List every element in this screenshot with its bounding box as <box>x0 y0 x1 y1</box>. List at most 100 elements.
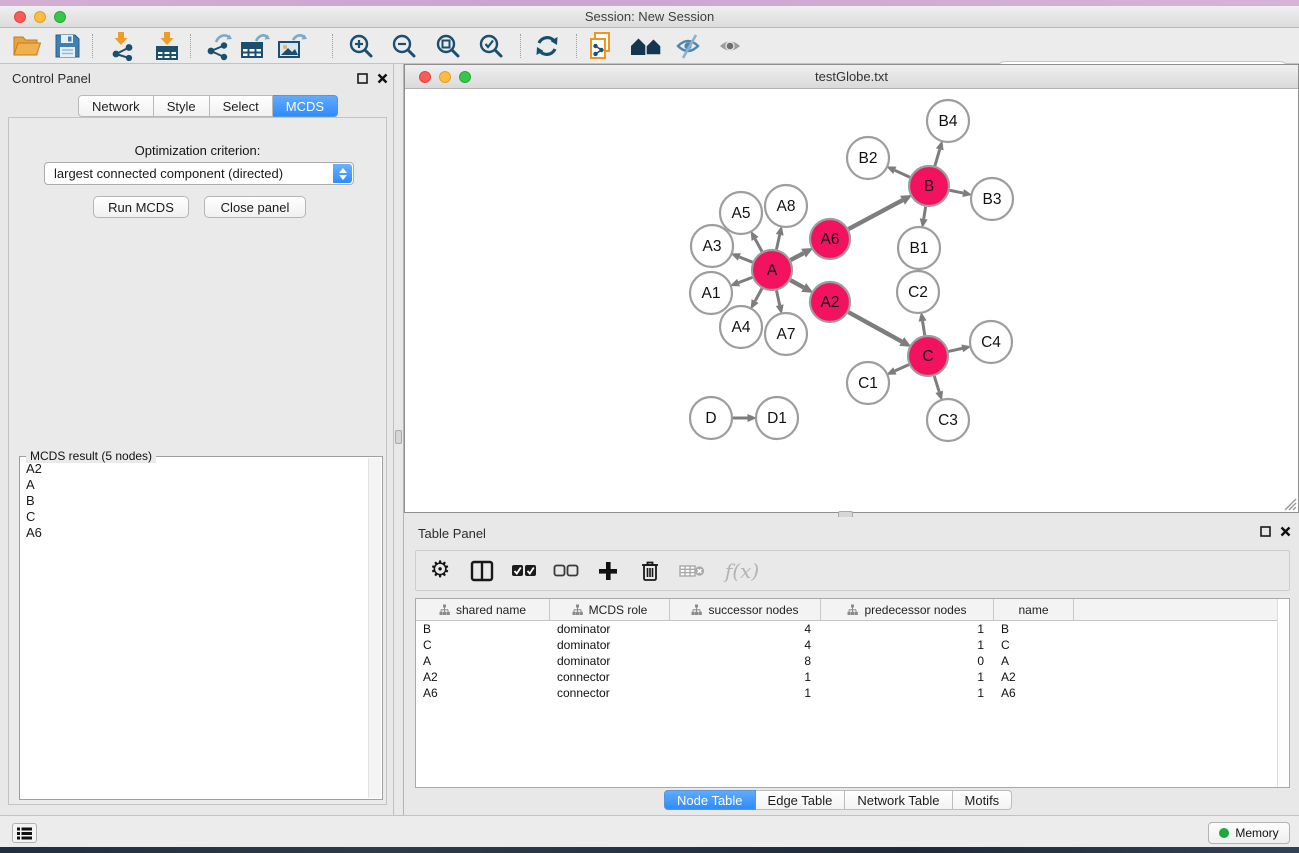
close-panel-button[interactable] <box>376 72 389 85</box>
edge-A-A3[interactable] <box>739 257 752 262</box>
delete-table-button[interactable] <box>678 557 706 585</box>
table-row[interactable]: A6connector11A6 <box>416 685 1289 701</box>
function-builder-button[interactable]: f(x) <box>720 557 764 585</box>
run-mcds-button[interactable]: Run MCDS <box>93 196 189 218</box>
graph-node-B4[interactable]: B4 <box>927 100 969 142</box>
zoom-fit-button[interactable] <box>431 31 465 61</box>
graph-node-A2[interactable]: A2 <box>810 282 850 322</box>
tab-network[interactable]: Network <box>78 95 154 117</box>
new-network-from-selection-button[interactable] <box>584 31 618 61</box>
column-header-MCDS-role[interactable]: MCDS role <box>550 599 670 620</box>
zoom-out-button[interactable] <box>387 31 421 61</box>
save-session-button[interactable] <box>50 31 84 61</box>
edge-C-C1[interactable] <box>895 365 909 371</box>
graph-node-C3[interactable]: C3 <box>927 399 969 441</box>
tab-network-table[interactable]: Network Table <box>845 790 952 810</box>
float-panel-button[interactable] <box>356 72 369 85</box>
import-table-button[interactable] <box>150 31 184 61</box>
graph-node-C4[interactable]: C4 <box>970 321 1012 363</box>
delete-column-button[interactable] <box>636 557 664 585</box>
graph-node-C1[interactable]: C1 <box>847 362 889 404</box>
edge-B-B3[interactable] <box>950 190 964 193</box>
edge-A-A5[interactable] <box>755 239 762 252</box>
edge-B-B1[interactable] <box>924 207 926 219</box>
graph-node-A[interactable]: A <box>752 250 792 290</box>
hide-selected-button[interactable] <box>672 31 706 61</box>
create-column-button[interactable] <box>594 557 622 585</box>
mcds-result-item[interactable]: B <box>21 493 368 509</box>
edge-C-C3[interactable] <box>934 376 939 392</box>
graph-node-B2[interactable]: B2 <box>847 137 889 179</box>
float-table-panel-button[interactable] <box>1259 525 1272 538</box>
vertical-split-divider[interactable] <box>393 64 404 815</box>
edge-A-A1[interactable] <box>739 277 753 282</box>
edge-A-A2[interactable] <box>790 280 803 287</box>
mcds-result-item[interactable]: C <box>21 509 368 525</box>
open-session-button[interactable] <box>9 31 43 61</box>
graph-node-D1[interactable]: D1 <box>756 397 798 439</box>
graph-node-B[interactable]: B <box>909 166 949 206</box>
edge-B-B4[interactable] <box>935 149 940 166</box>
table-row[interactable]: Bdominator41B <box>416 621 1289 637</box>
column-header-name[interactable]: name <box>994 599 1074 620</box>
resize-grip[interactable] <box>1281 495 1297 511</box>
show-task-history-button[interactable] <box>12 823 37 843</box>
table-scrollbar[interactable] <box>1277 599 1289 787</box>
table-row[interactable]: Cdominator41C <box>416 637 1289 653</box>
edge-A6-B[interactable] <box>849 200 903 229</box>
graph-node-C2[interactable]: C2 <box>897 271 939 313</box>
memory-button[interactable]: Memory <box>1208 822 1290 844</box>
graph-node-A8[interactable]: A8 <box>765 185 807 227</box>
zoom-in-button[interactable] <box>344 31 378 61</box>
mcds-result-item[interactable]: A2 <box>21 461 368 477</box>
graph-node-A3[interactable]: A3 <box>691 225 733 267</box>
graph-node-B1[interactable]: B1 <box>898 227 940 269</box>
graph-node-A5[interactable]: A5 <box>720 192 762 234</box>
export-table-button[interactable] <box>238 31 272 61</box>
tab-style[interactable]: Style <box>154 95 210 117</box>
table-settings-button[interactable]: ⚙ <box>426 557 454 585</box>
import-network-button[interactable] <box>105 31 139 61</box>
tab-node-table[interactable]: Node Table <box>664 790 756 810</box>
graph-node-A4[interactable]: A4 <box>720 306 762 348</box>
graph-node-A7[interactable]: A7 <box>765 313 807 355</box>
close-table-panel-button[interactable] <box>1279 525 1292 538</box>
graph-node-B3[interactable]: B3 <box>971 178 1013 220</box>
tab-motifs[interactable]: Motifs <box>953 790 1013 810</box>
edge-A2-C[interactable] <box>848 312 901 341</box>
network-canvas[interactable]: A A1 A2 A3 A4 A5 A6 A7 A8 B B1 B2 B3B4 C C1 C2 C3C4 D D1 <box>405 89 1298 512</box>
graph-node-D[interactable]: D <box>690 397 732 439</box>
edge-C-C2[interactable] <box>923 321 925 335</box>
graph-node-A1[interactable]: A1 <box>690 272 732 314</box>
refresh-view-button[interactable] <box>530 31 564 61</box>
tab-select[interactable]: Select <box>210 95 273 117</box>
column-view-button[interactable] <box>468 557 496 585</box>
edge-A-A7[interactable] <box>776 291 779 306</box>
edge-C-C4[interactable] <box>948 348 962 351</box>
edge-A-A8[interactable] <box>776 235 779 250</box>
column-header-shared-name[interactable]: shared name <box>416 599 550 620</box>
graph-node-C[interactable]: C <box>908 336 948 376</box>
export-image-button[interactable] <box>275 31 309 61</box>
select-all-rows-button[interactable] <box>510 557 538 585</box>
edge-A-A4[interactable] <box>755 288 762 301</box>
export-network-button[interactable] <box>201 31 235 61</box>
network-graph[interactable]: A A1 A2 A3 A4 A5 A6 A7 A8 B B1 B2 B3B4 C C1 C2 C3C4 D D1 <box>405 89 1298 512</box>
table-row[interactable]: A2connector11A2 <box>416 669 1289 685</box>
edge-A-A6[interactable] <box>791 253 804 260</box>
column-header-successor-nodes[interactable]: successor nodes <box>670 599 821 620</box>
divider-handle[interactable] <box>395 430 402 444</box>
table-row[interactable]: Adominator80A <box>416 653 1289 669</box>
tab-edge-table[interactable]: Edge Table <box>756 790 846 810</box>
criterion-dropdown[interactable]: largest connected component (directed) <box>44 162 354 185</box>
close-panel-action-button[interactable]: Close panel <box>204 196 306 218</box>
edge-B-B2[interactable] <box>895 170 910 177</box>
mcds-result-item[interactable]: A <box>21 477 368 493</box>
tab-mcds[interactable]: MCDS <box>273 95 338 117</box>
mcds-result-scrollbar[interactable] <box>368 458 381 798</box>
graph-node-A6[interactable]: A6 <box>810 219 850 259</box>
first-neighbors-button[interactable] <box>629 31 663 61</box>
deselect-all-rows-button[interactable] <box>552 557 580 585</box>
column-header-predecessor-nodes[interactable]: predecessor nodes <box>821 599 994 620</box>
zoom-selected-button[interactable] <box>474 31 508 61</box>
